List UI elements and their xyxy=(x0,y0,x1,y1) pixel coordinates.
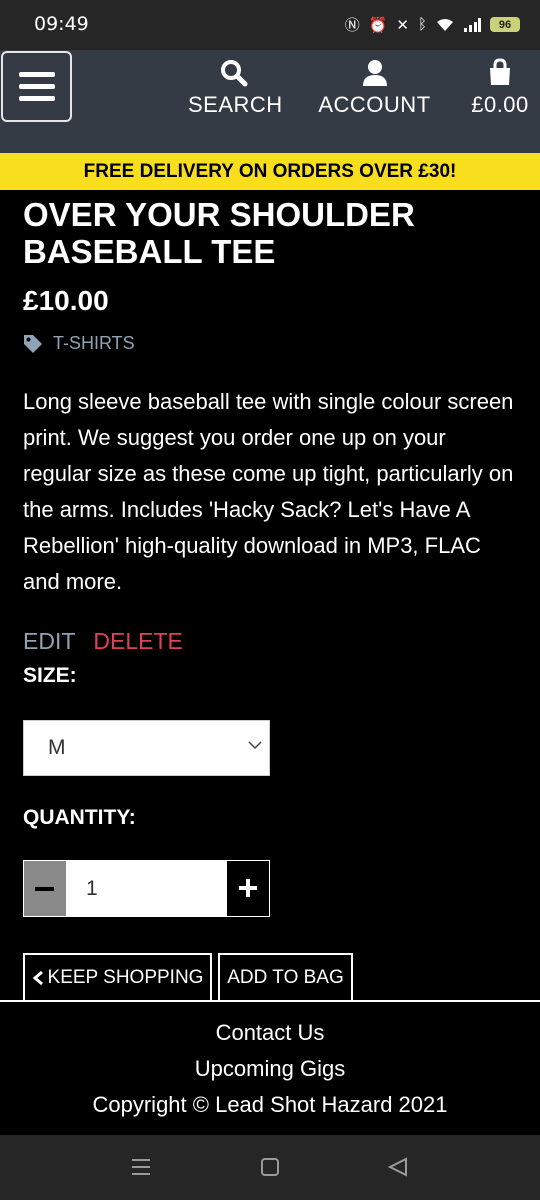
quantity-label: QUANTITY: xyxy=(23,806,136,829)
battery-icon: 96 xyxy=(490,17,520,32)
status-icons: Ⓝ ⏰ ✕ ᛒ 96 xyxy=(345,14,520,35)
vibrate-icon: ✕ xyxy=(396,16,409,34)
menu-bar xyxy=(18,84,55,89)
bag-total: £0.00 xyxy=(471,92,529,117)
recent-apps-icon[interactable] xyxy=(130,1157,152,1177)
tag-icon xyxy=(24,334,42,353)
nav-account[interactable]: ACCOUNT xyxy=(318,58,431,118)
admin-actions: EDIT DELETE xyxy=(23,628,183,655)
shopping-bag-icon xyxy=(490,58,510,85)
search-icon xyxy=(221,60,248,87)
wifi-icon xyxy=(437,18,453,31)
chevron-left-icon xyxy=(32,970,43,986)
quantity-input[interactable]: 1 xyxy=(86,877,98,901)
nav-search[interactable]: SEARCH xyxy=(188,58,283,118)
alarm-icon: ⏰ xyxy=(368,16,388,34)
status-bar: 09:49 Ⓝ ⏰ ✕ ᛒ 96 xyxy=(0,0,540,50)
size-label: SIZE: xyxy=(23,664,77,687)
keep-shopping-label: KEEP SHOPPING xyxy=(47,967,204,988)
add-to-bag-button[interactable]: ADD TO BAG xyxy=(218,953,353,1001)
footer-copyright: Copyright © Lead Shot Hazard 2021 xyxy=(92,1092,448,1117)
product-title-line: BASEBALL TEE xyxy=(23,233,276,270)
user-icon xyxy=(362,60,387,86)
status-time: 09:49 xyxy=(34,13,89,35)
back-icon[interactable] xyxy=(388,1157,408,1177)
product-title-line: OVER YOUR SHOULDER xyxy=(23,196,415,233)
quantity-stepper: 1 xyxy=(23,860,270,917)
product-title: OVER YOUR SHOULDER BASEBALL TEE xyxy=(23,196,523,270)
keep-shopping-button[interactable]: KEEP SHOPPING xyxy=(23,953,212,1001)
nfc-icon: Ⓝ xyxy=(344,17,360,34)
home-icon[interactable] xyxy=(260,1157,280,1177)
system-nav-bar xyxy=(0,1135,540,1200)
size-selected-value: M xyxy=(48,736,66,759)
delete-link[interactable]: DELETE xyxy=(93,628,182,655)
decrement-button[interactable] xyxy=(24,861,66,916)
add-to-bag-label: ADD TO BAG xyxy=(227,967,344,988)
site-footer: Contact Us Upcoming Gigs Copyright © Lea… xyxy=(0,1000,540,1135)
product-description: Long sleeve baseball tee with single col… xyxy=(23,389,514,594)
size-select[interactable]: M xyxy=(23,720,270,776)
nav-search-label: SEARCH xyxy=(188,92,283,117)
footer-gigs-link[interactable]: Upcoming Gigs xyxy=(0,1056,540,1082)
delivery-banner: FREE DELIVERY ON ORDERS OVER £30! xyxy=(0,153,540,190)
product-price: £10.00 xyxy=(23,285,109,316)
menu-toggle-button[interactable] xyxy=(1,51,72,122)
nav-account-label: ACCOUNT xyxy=(318,92,431,117)
menu-bar xyxy=(18,72,55,77)
chevron-down-icon xyxy=(248,741,262,750)
signal-icon xyxy=(464,17,481,32)
category-label: T-SHIRTS xyxy=(53,333,135,353)
nav-bag[interactable]: £0.00 xyxy=(468,58,532,118)
menu-bar xyxy=(18,96,55,101)
footer-contact-link[interactable]: Contact Us xyxy=(0,1020,540,1046)
product-category-link[interactable]: T-SHIRTS xyxy=(23,333,135,354)
increment-button[interactable] xyxy=(227,861,269,916)
edit-link[interactable]: EDIT xyxy=(23,628,75,655)
bluetooth-icon: ᛒ xyxy=(417,16,427,33)
site-navbar: SEARCH ACCOUNT £0.00 xyxy=(0,50,540,153)
